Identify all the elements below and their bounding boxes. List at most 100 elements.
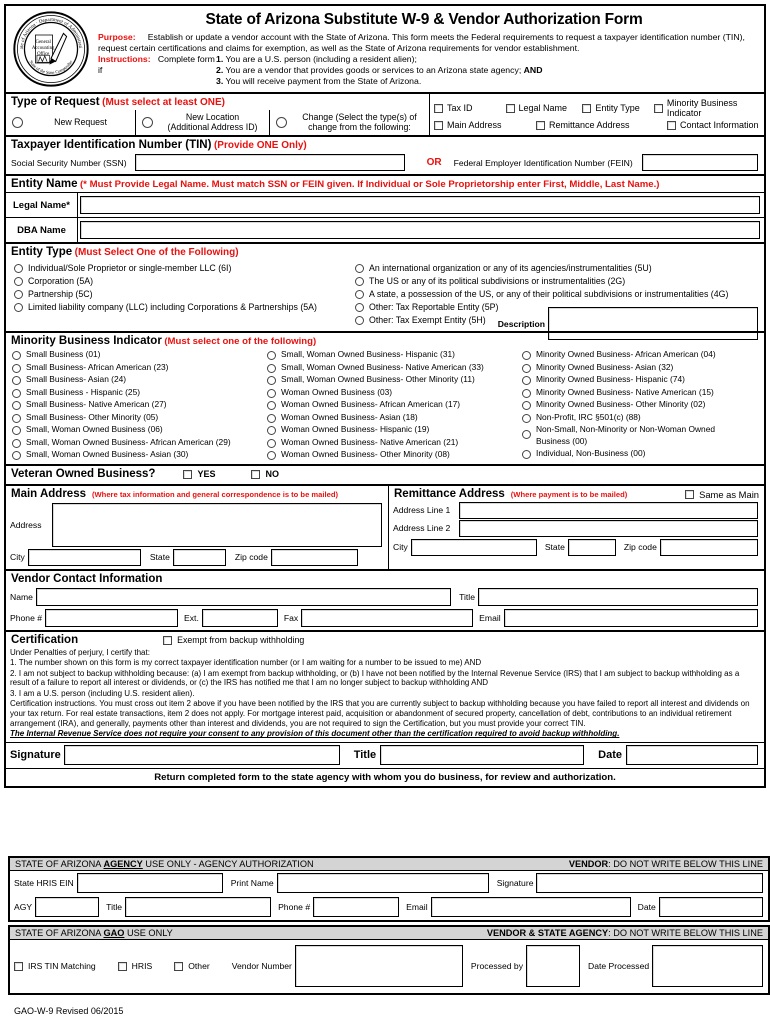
minority-option[interactable]: Non-Small, Non-Minority or Non-Woman Own… <box>522 424 764 447</box>
checkbox-minority-business-indicator[interactable] <box>653 103 663 113</box>
checkbox-other[interactable] <box>174 961 184 971</box>
radio-minority-29[interactable] <box>12 438 21 448</box>
entity-type-option[interactable]: Individual/Sole Proprietor or single-mem… <box>14 263 352 274</box>
remittance-city-input[interactable] <box>410 538 537 556</box>
checkbox-item-tax-id[interactable]: Tax ID <box>434 103 502 113</box>
checkbox-tax-id[interactable] <box>434 103 443 113</box>
radio-minority-individual-00[interactable] <box>522 450 531 459</box>
remittance-zip-input[interactable] <box>659 538 758 556</box>
legal-name-input[interactable] <box>80 196 760 214</box>
radio-new-location[interactable] <box>142 116 153 128</box>
minority-option[interactable]: Small Business- Asian (24) <box>12 374 264 386</box>
minority-option[interactable]: Small Business- Native American (27) <box>12 399 264 411</box>
checkbox-item-veteran-no[interactable]: NO <box>251 469 279 479</box>
contact-phone-input[interactable] <box>45 608 179 627</box>
radio-entity-type-individual[interactable] <box>14 264 23 273</box>
radio-minority-06[interactable] <box>12 426 21 435</box>
radio-entity-type-state-government[interactable] <box>355 290 364 299</box>
entity-type-option[interactable]: A state, a possession of the US, or any … <box>355 289 764 300</box>
agy-input[interactable] <box>35 897 100 917</box>
dba-name-input[interactable] <box>80 221 760 239</box>
checkbox-main-address[interactable] <box>434 120 443 130</box>
minority-option[interactable]: Small Business (01) <box>12 349 264 361</box>
remittance-line2-input[interactable] <box>459 519 758 537</box>
checkbox-item-veteran-yes[interactable]: YES <box>183 469 215 479</box>
radio-minority-32[interactable] <box>522 363 531 373</box>
vendor-number-input[interactable] <box>294 945 463 987</box>
contact-fax-input[interactable] <box>301 608 474 627</box>
ssn-input[interactable] <box>134 154 405 171</box>
checkbox-item-exempt-backup-withholding[interactable]: Exempt from backup withholding <box>163 635 304 645</box>
checkbox-legal-name[interactable] <box>505 103 515 113</box>
radio-minority-31[interactable] <box>267 351 276 360</box>
main-state-input[interactable] <box>172 548 226 566</box>
radio-minority-01[interactable] <box>12 351 21 360</box>
minority-option[interactable]: Woman Owned Business (03) <box>267 387 519 399</box>
processed-by-input[interactable] <box>526 945 580 987</box>
minority-option[interactable]: Individual, Non-Business (00) <box>522 448 764 460</box>
radio-minority-33[interactable] <box>267 363 276 373</box>
radio-minority-74[interactable] <box>522 376 531 385</box>
checkbox-exempt-backup-withholding[interactable] <box>163 635 173 645</box>
checkbox-item-same-as-main[interactable]: Same as Main <box>685 489 759 500</box>
radio-entity-type-corporation[interactable] <box>14 277 23 286</box>
date-processed-input[interactable] <box>652 945 763 987</box>
contact-name-input[interactable] <box>35 587 452 606</box>
minority-option[interactable]: Woman Owned Business- Other Minority (08… <box>267 449 519 461</box>
request-option-new-request[interactable]: New Request <box>6 110 136 135</box>
minority-option[interactable]: Minority Owned Business- Hispanic (74) <box>522 374 764 386</box>
radio-minority-18[interactable] <box>267 413 276 423</box>
remittance-line1-input[interactable] <box>459 501 758 519</box>
minority-option[interactable]: Small Business- African American (23) <box>12 362 264 374</box>
minority-option[interactable]: Non-Profit, IRC §501(c) (88) <box>522 412 764 424</box>
radio-minority-19[interactable] <box>267 426 276 435</box>
signature-input[interactable] <box>63 744 340 765</box>
radio-entity-type-international[interactable] <box>355 264 364 273</box>
minority-option[interactable]: Small Business - Hispanic (25) <box>12 387 264 399</box>
checkbox-entity-type[interactable] <box>582 103 592 113</box>
request-option-change[interactable]: Change (Select the type(s) of change fro… <box>270 110 429 135</box>
radio-entity-type-us-government[interactable] <box>355 277 364 286</box>
minority-option[interactable]: Minority Owned Business- Asian (32) <box>522 362 764 374</box>
agency-title-input[interactable] <box>125 897 272 917</box>
radio-minority-04[interactable] <box>522 351 531 360</box>
radio-entity-type-tax-reportable[interactable] <box>355 303 364 312</box>
minority-option[interactable]: Woman Owned Business- Hispanic (19) <box>267 424 519 436</box>
minority-option[interactable]: Small, Woman Owned Business- Other Minor… <box>267 374 519 386</box>
checkbox-item-remittance-address[interactable]: Remittance Address <box>536 120 663 130</box>
checkbox-same-as-main[interactable] <box>685 489 695 499</box>
agency-print-name-input[interactable] <box>276 873 489 893</box>
radio-minority-15[interactable] <box>522 388 531 398</box>
contact-email-input[interactable] <box>503 608 758 627</box>
entity-type-option[interactable]: An international organization or any of … <box>355 263 764 274</box>
agency-phone-input[interactable] <box>313 897 400 917</box>
agency-signature-input[interactable] <box>536 873 763 893</box>
entity-type-option[interactable]: Corporation (5A) <box>14 276 352 287</box>
minority-option[interactable]: Minority Owned Business- Native American… <box>522 387 764 399</box>
minority-option[interactable]: Small, Woman Owned Business- Asian (30) <box>12 449 264 461</box>
agency-email-input[interactable] <box>430 897 631 917</box>
minority-option[interactable]: Small Business- Other Minority (05) <box>12 412 264 424</box>
radio-entity-type-tax-exempt[interactable] <box>355 316 364 325</box>
signature-date-input[interactable] <box>626 744 758 765</box>
radio-minority-30[interactable] <box>12 451 21 460</box>
radio-minority-03[interactable] <box>267 388 276 398</box>
checkbox-item-minority-business-indicator[interactable]: Minority Business Indicator <box>653 98 761 118</box>
radio-minority-27[interactable] <box>12 401 21 410</box>
minority-option[interactable]: Small, Woman Owned Business- African Ame… <box>12 437 264 449</box>
radio-minority-23[interactable] <box>12 363 21 373</box>
checkbox-veteran-yes[interactable] <box>183 469 193 479</box>
radio-minority-25[interactable] <box>12 388 21 398</box>
minority-option[interactable]: Woman Owned Business- Asian (18) <box>267 412 519 424</box>
signature-title-input[interactable] <box>380 744 585 765</box>
main-city-input[interactable] <box>27 548 141 566</box>
remittance-state-input[interactable] <box>567 538 616 556</box>
entity-type-option[interactable]: Limited liability company (LLC) includin… <box>14 302 352 313</box>
radio-minority-24[interactable] <box>12 376 21 385</box>
radio-entity-type-partnership[interactable] <box>14 290 23 299</box>
radio-minority-17[interactable] <box>267 401 276 410</box>
main-address-input[interactable] <box>52 502 382 547</box>
minority-option[interactable]: Minority Owned Business- Other Minority … <box>522 399 764 411</box>
entity-type-option[interactable]: The US or any of its political subdivisi… <box>355 276 764 287</box>
checkbox-remittance-address[interactable] <box>536 120 545 130</box>
